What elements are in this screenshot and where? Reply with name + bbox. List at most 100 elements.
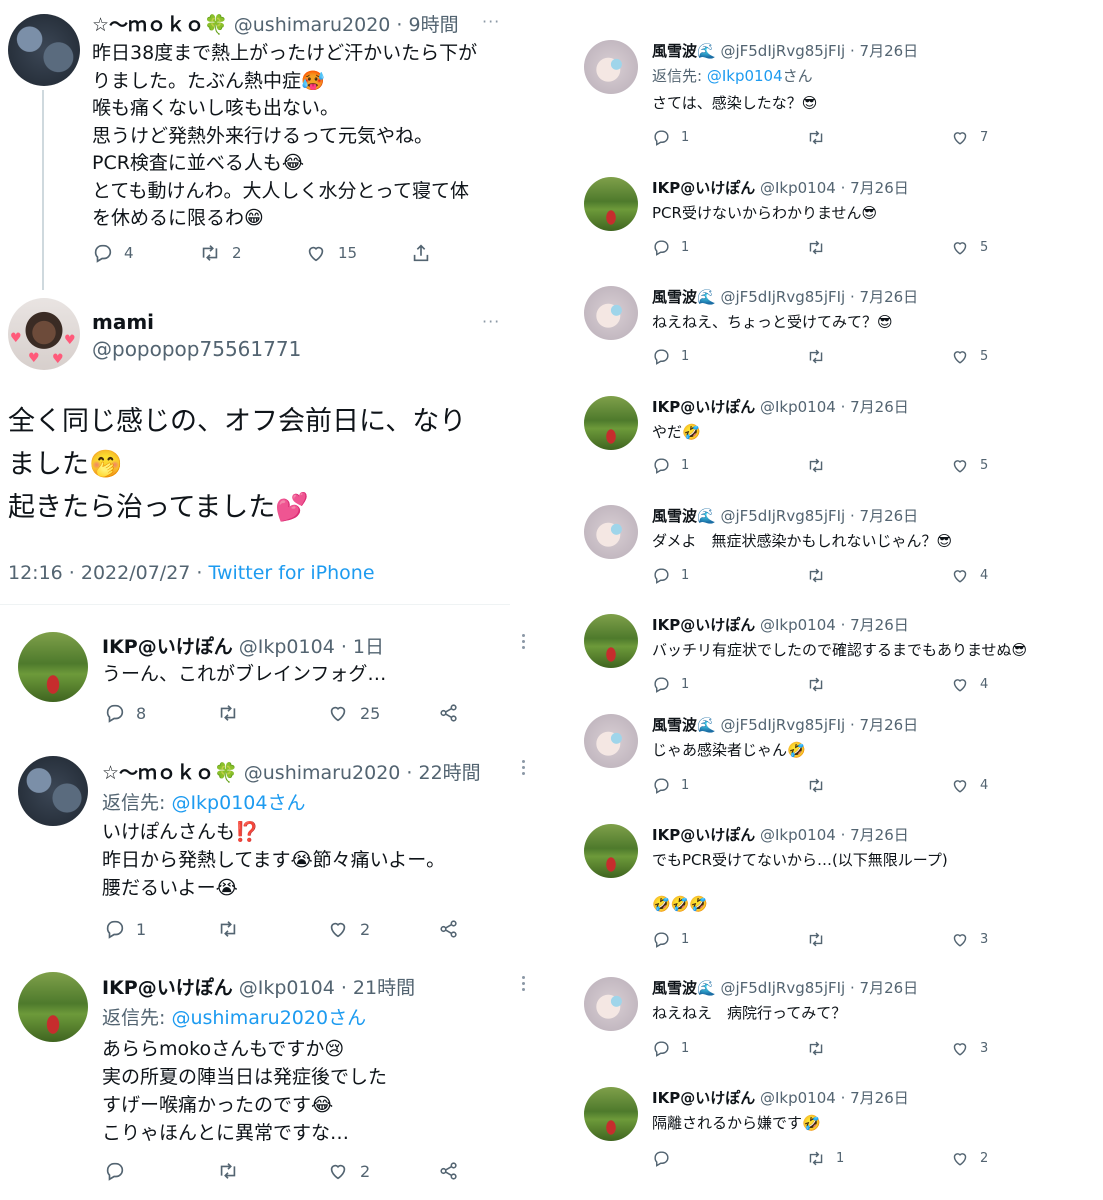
author-name[interactable]: 風雪波🌊 [652, 288, 716, 306]
timestamp-text[interactable]: 12:16 · 2022/07/27 · [8, 562, 209, 584]
like-button[interactable]: 15 [304, 242, 357, 264]
more-options-icon[interactable] [522, 976, 526, 994]
like-button[interactable]: 5 [950, 238, 988, 257]
tweet-time[interactable]: · 7月26日 [841, 1089, 909, 1107]
tweet-time[interactable]: · 7月26日 [841, 616, 909, 634]
tweet-time[interactable]: · 9時間 [396, 14, 458, 36]
retweet-button[interactable] [806, 347, 836, 366]
share-button[interactable] [438, 702, 460, 724]
like-button[interactable]: 5 [950, 347, 988, 366]
author-handle[interactable]: @Ikp0104 [760, 179, 836, 197]
like-button[interactable]: 2 [326, 918, 370, 940]
avatar[interactable] [584, 505, 638, 559]
like-button[interactable]: 4 [950, 675, 988, 694]
author-handle[interactable]: @Ikp0104 [760, 616, 836, 634]
reply-button[interactable]: 1 [652, 675, 689, 694]
like-button[interactable]: 5 [950, 456, 988, 475]
avatar[interactable] [584, 286, 638, 340]
avatar[interactable] [18, 756, 88, 826]
avatar[interactable] [584, 1087, 638, 1141]
author-name[interactable]: IKP@いけぽん [652, 398, 755, 416]
author-name[interactable]: 風雪波🌊 [652, 42, 716, 60]
avatar[interactable] [584, 824, 638, 878]
avatar[interactable] [584, 714, 638, 768]
like-button[interactable]: 3 [950, 930, 988, 949]
author-handle[interactable]: @Ikp0104 [760, 826, 836, 844]
author-name[interactable]: IKP@いけぽん [652, 179, 755, 197]
tweet-time[interactable]: · 7月26日 [841, 179, 909, 197]
share-button[interactable] [438, 1160, 460, 1182]
tweet-time[interactable]: · 7月26日 [850, 288, 918, 306]
author-handle[interactable]: @ushimaru2020 [244, 762, 401, 784]
avatar[interactable] [8, 14, 80, 86]
author-handle[interactable]: @jF5dIjRvg85jFIj [720, 979, 845, 997]
tweet-source[interactable]: Twitter for iPhone [209, 562, 375, 584]
author-name[interactable]: mami [92, 310, 154, 334]
author-handle[interactable]: @jF5dIjRvg85jFIj [720, 716, 845, 734]
author-name[interactable]: 風雪波🌊 [652, 507, 716, 525]
like-button[interactable]: 2 [950, 1149, 988, 1168]
like-button[interactable]: 2 [326, 1160, 370, 1182]
author-name[interactable]: ☆〜ｍｏｋｏ🍀 [102, 762, 238, 784]
retweet-button[interactable] [216, 1160, 240, 1182]
retweet-button[interactable] [806, 675, 836, 694]
avatar[interactable] [584, 977, 638, 1031]
tweet-time[interactable]: · 7月26日 [850, 979, 918, 997]
author-handle[interactable]: @jF5dIjRvg85jFIj [720, 507, 845, 525]
author-handle[interactable]: @ushimaru2020 [234, 14, 391, 36]
retweet-button[interactable] [806, 776, 836, 795]
reply-button[interactable]: 1 [652, 456, 689, 475]
retweet-button[interactable] [806, 930, 836, 949]
reply-button[interactable]: 1 [652, 128, 689, 147]
author-handle[interactable]: @Ikp0104 [760, 398, 836, 416]
avatar[interactable] [18, 972, 88, 1042]
share-button[interactable] [438, 918, 460, 940]
tweet-time[interactable]: · 21時間 [341, 977, 415, 999]
author-name[interactable]: IKP@いけぽん [652, 826, 755, 844]
tweet-time[interactable]: · 7月26日 [850, 507, 918, 525]
tweet-time[interactable]: · 1日 [341, 636, 384, 658]
author-handle[interactable]: @Ikp0104 [239, 636, 335, 658]
retweet-button[interactable] [216, 702, 240, 724]
reply-button[interactable]: 1 [652, 930, 689, 949]
reply-button[interactable]: 4 [92, 242, 134, 264]
retweet-button[interactable] [216, 918, 240, 940]
author-name[interactable]: 風雪波🌊 [652, 716, 716, 734]
more-options-icon[interactable]: ··· [482, 312, 500, 331]
reply-to-link[interactable]: @Ikp0104 [707, 67, 783, 85]
more-options-icon[interactable] [522, 634, 526, 652]
retweet-button[interactable] [806, 456, 836, 475]
author-name[interactable]: 風雪波🌊 [652, 979, 716, 997]
tweet-time[interactable]: · 7月26日 [850, 42, 918, 60]
reply-button[interactable] [104, 1160, 126, 1182]
like-button[interactable]: 7 [950, 128, 988, 147]
reply-button[interactable]: 1 [652, 238, 689, 257]
reply-button[interactable]: 1 [652, 1039, 689, 1058]
reply-button[interactable] [652, 1149, 681, 1168]
like-button[interactable]: 4 [950, 566, 988, 585]
avatar[interactable] [584, 177, 638, 231]
reply-to-link[interactable]: @Ikp0104さん [171, 792, 305, 814]
author-handle[interactable]: @jF5dIjRvg85jFIj [720, 288, 845, 306]
more-options-icon[interactable] [522, 760, 526, 778]
reply-button[interactable]: 1 [652, 566, 689, 585]
like-button[interactable]: 3 [950, 1039, 988, 1058]
author-name[interactable]: IKP@いけぽん [652, 1089, 755, 1107]
tweet-time[interactable]: · 7月26日 [850, 716, 918, 734]
share-button[interactable] [410, 242, 432, 264]
author-name[interactable]: IKP@いけぽん [102, 636, 233, 658]
retweet-button[interactable] [806, 566, 836, 585]
author-name[interactable]: IKP@いけぽん [102, 977, 233, 999]
author-name[interactable]: IKP@いけぽん [652, 616, 755, 634]
more-options-icon[interactable]: ··· [482, 12, 500, 31]
avatar[interactable] [584, 614, 638, 668]
avatar[interactable] [584, 40, 638, 94]
like-button[interactable]: 4 [950, 776, 988, 795]
author-name[interactable]: ☆〜ｍｏｋｏ🍀 [92, 14, 228, 36]
author-handle[interactable]: @popopop75561771 [92, 337, 301, 361]
author-handle[interactable]: @Ikp0104 [239, 977, 335, 999]
avatar[interactable] [18, 632, 88, 702]
retweet-button[interactable] [806, 1039, 836, 1058]
retweet-button[interactable]: 1 [806, 1149, 844, 1168]
author-handle[interactable]: @Ikp0104 [760, 1089, 836, 1107]
